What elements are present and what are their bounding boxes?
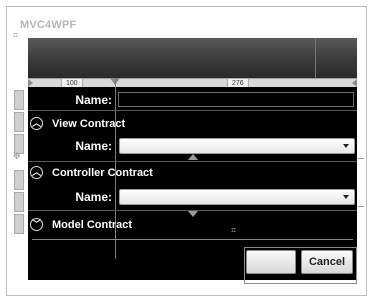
view-name-label: Name:: [75, 139, 112, 153]
model-contract-label: Model Contract: [52, 219, 133, 231]
ruler-right-edge-icon: [352, 79, 357, 87]
name-label: Name:: [75, 93, 112, 107]
controller-contract-header[interactable]: ︿ Controller Contract: [30, 165, 355, 183]
collapse-chevron-icon[interactable]: ﹀: [30, 218, 43, 231]
left-adorners: [14, 90, 24, 156]
move-handle-icon[interactable]: ✥: [13, 152, 21, 161]
ruler-left-edge-icon: [28, 79, 33, 87]
separator: [28, 110, 357, 111]
header-band: [28, 38, 357, 78]
separator: [32, 239, 353, 240]
controller-name-label: Name:: [75, 190, 112, 204]
view-contract-label: View Contract: [52, 118, 126, 130]
ok-button[interactable]: [246, 250, 296, 274]
dropdown-arrow-icon: [343, 195, 349, 199]
model-contract-header[interactable]: ﹀ Model Contract: [30, 217, 355, 235]
right-adorner: [358, 158, 364, 159]
separator: [28, 210, 357, 211]
dropdown-arrow-icon: [343, 144, 349, 148]
view-contract-header[interactable]: ︿ View Contract: [30, 116, 355, 134]
move-handle-icon[interactable]: ⌗: [231, 226, 236, 235]
cancel-button[interactable]: Cancel: [301, 250, 353, 274]
collapse-chevron-icon[interactable]: ︿: [30, 117, 43, 130]
name-input[interactable]: [118, 92, 354, 107]
view-name-combo[interactable]: [119, 138, 355, 154]
controller-name-combo[interactable]: [119, 189, 355, 205]
window-title: MVC4WPF: [20, 19, 77, 31]
move-handle-icon[interactable]: ⌗: [13, 31, 18, 40]
right-adorner: [358, 206, 364, 207]
separator: [28, 161, 357, 162]
collapse-chevron-icon[interactable]: ︿: [30, 166, 43, 179]
splitter-up-icon[interactable]: [188, 154, 198, 160]
controller-contract-label: Controller Contract: [52, 167, 153, 179]
left-adorners-lower: [14, 170, 24, 236]
